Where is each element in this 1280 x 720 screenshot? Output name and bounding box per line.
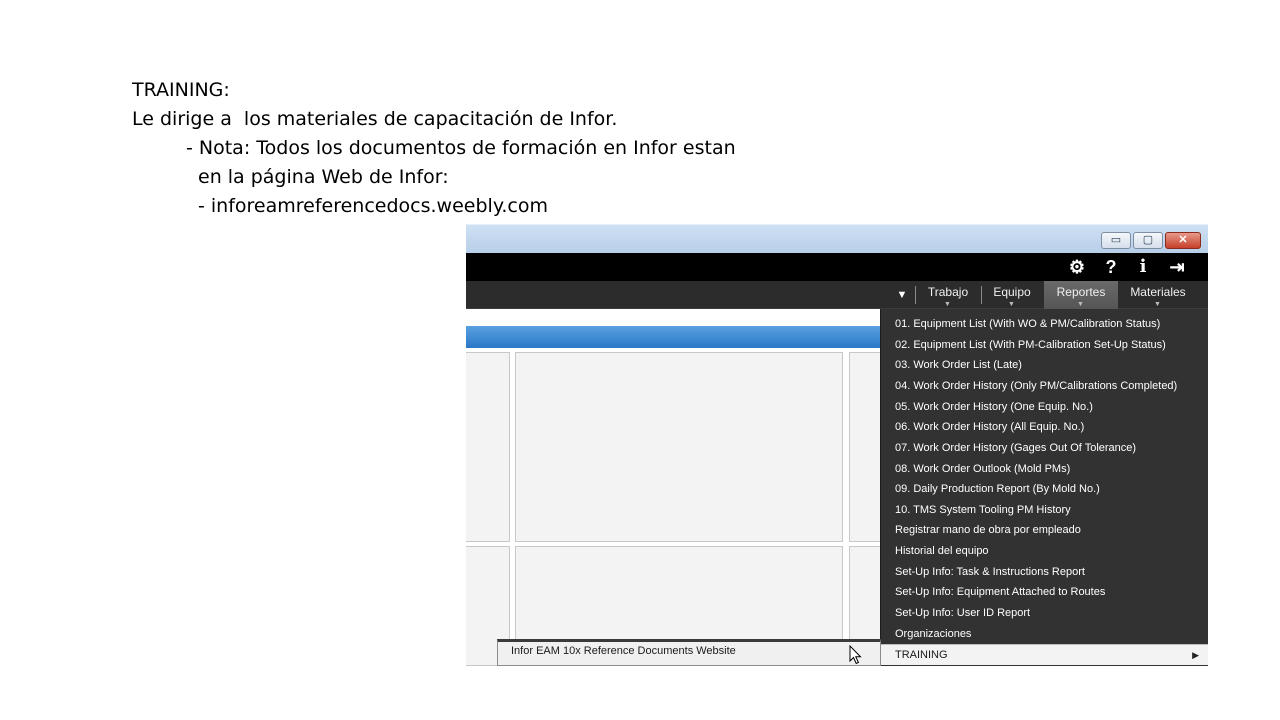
gear-icon[interactable]: ⚙ [1066, 256, 1088, 278]
reports-dropdown-menu: 01. Equipment List (With WO & PM/Calibra… [880, 309, 1208, 666]
chevron-right-icon: ▶ [1192, 650, 1199, 660]
minimize-button[interactable]: ▭ [1101, 232, 1131, 249]
nav-bar: ▼ Trabajo ▼ Equipo ▼ Reportes ▼ Material… [466, 281, 1208, 309]
menu-item[interactable]: 08. Work Order Outlook (Mold PMs) [895, 459, 1070, 479]
menu-item[interactable]: Organizaciones [895, 624, 971, 644]
chevron-down-icon[interactable]: ▼ [890, 281, 914, 309]
maximize-button[interactable]: ▢ [1133, 232, 1163, 249]
window-titlebar: ▭ ▢ ✕ [466, 224, 1208, 253]
tab-materiales[interactable]: Materiales ▼ [1122, 281, 1194, 309]
slide-heading: TRAINING: [132, 79, 230, 101]
tab-label: Reportes [1056, 285, 1106, 299]
tab-label: Trabajo [927, 285, 969, 299]
reference-docs-link[interactable]: Infor EAM 10x Reference Documents Websit… [511, 645, 736, 657]
close-button[interactable]: ✕ [1165, 232, 1201, 249]
menu-item[interactable]: 06. Work Order History (All Equip. No.) [895, 417, 1084, 437]
training-submenu: Infor EAM 10x Reference Documents Websit… [497, 639, 881, 666]
menu-item[interactable]: Historial del equipo [895, 541, 989, 561]
menu-item[interactable]: 05. Work Order History (One Equip. No.) [895, 397, 1093, 417]
chevron-down-icon: ▼ [1154, 301, 1161, 308]
logout-icon[interactable]: ⇥ [1166, 256, 1188, 278]
menu-item[interactable]: 03. Work Order List (Late) [895, 355, 1022, 375]
menu-item[interactable]: 09. Daily Production Report (By Mold No.… [895, 479, 1100, 499]
menu-item[interactable]: 04. Work Order History (Only PM/Calibrat… [895, 376, 1177, 396]
nav-divider [915, 286, 916, 304]
chevron-down-icon: ▼ [944, 301, 951, 308]
app-screenshot: ▭ ▢ ✕ ⚙ ? i ⇥ ▼ Trabajo ▼ Equipo ▼ Repor… [466, 224, 1208, 666]
tab-label: Equipo [993, 285, 1031, 299]
slide-line-2: - Nota: Todos los documentos de formació… [186, 137, 736, 159]
menu-item[interactable]: Set-Up Info: Task & Instructions Report [895, 562, 1085, 582]
top-toolbar: ⚙ ? i ⇥ [466, 253, 1208, 281]
tab-label: Materiales [1130, 285, 1186, 299]
dashboard-panel [515, 352, 843, 542]
menu-item[interactable]: 02. Equipment List (With PM-Calibration … [895, 335, 1166, 355]
slide-text: TRAINING: Le dirige a los materiales de … [132, 76, 892, 221]
menu-item[interactable]: 01. Equipment List (With WO & PM/Calibra… [895, 314, 1160, 334]
tab-equipo[interactable]: Equipo ▼ [984, 281, 1040, 309]
help-icon[interactable]: ? [1100, 256, 1122, 278]
menu-item[interactable]: Set-Up Info: Equipment Attached to Route… [895, 582, 1105, 602]
menu-item[interactable]: Registrar mano de obra por empleado [895, 520, 1081, 540]
slide-line-3: en la página Web de Infor: [198, 166, 449, 188]
nav-divider [981, 286, 982, 304]
tab-trabajo[interactable]: Trabajo ▼ [918, 281, 978, 309]
menu-item[interactable]: Set-Up Info: User ID Report [895, 603, 1030, 623]
slide-line-4: - inforeamreferencedocs.weebly.com [198, 195, 548, 217]
info-icon[interactable]: i [1132, 256, 1154, 278]
menu-item[interactable]: 10. TMS System Tooling PM History [895, 500, 1071, 520]
menu-item-label: TRAINING [895, 649, 948, 661]
menu-item[interactable]: 07. Work Order History (Gages Out Of Tol… [895, 438, 1136, 458]
slide-line-1: Le dirige a los materiales de capacitaci… [132, 108, 618, 130]
menu-item-training[interactable]: TRAINING ▶ [881, 644, 1208, 665]
chevron-down-icon: ▼ [1077, 301, 1084, 308]
mouse-cursor-icon [849, 645, 862, 665]
chevron-down-icon: ▼ [1008, 301, 1015, 308]
tab-reportes[interactable]: Reportes ▼ [1044, 281, 1118, 309]
dashboard-panel [466, 352, 510, 542]
